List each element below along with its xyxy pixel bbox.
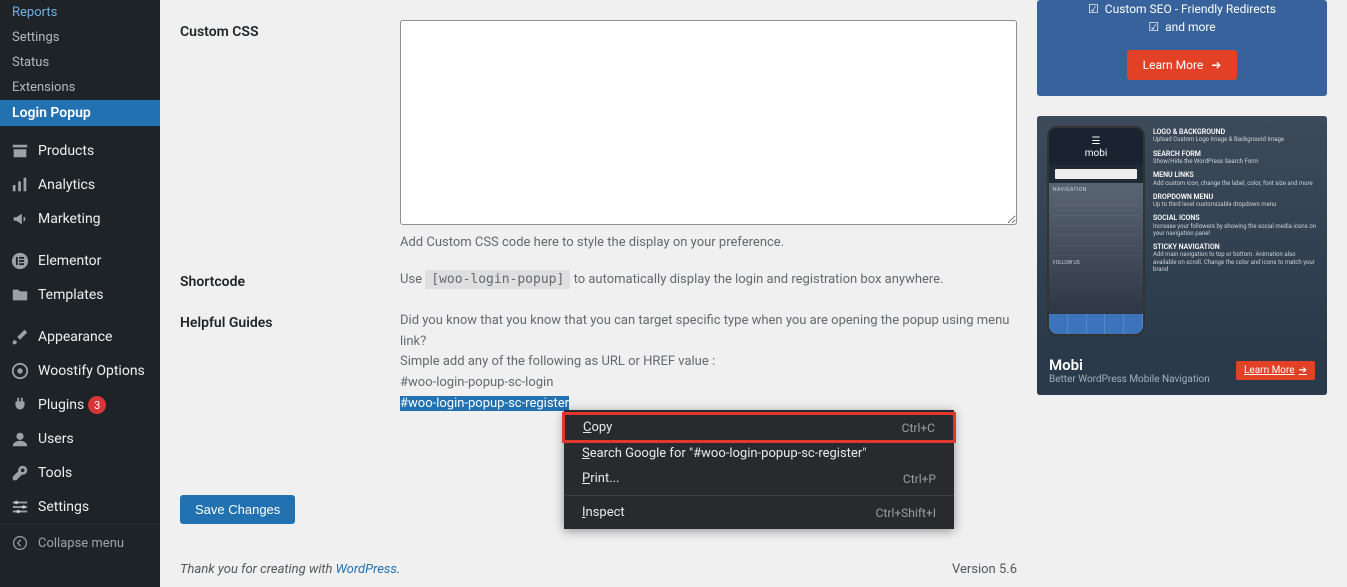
browser-context-menu: Copy Ctrl+C Search Google for "#woo-logi… [564,410,954,529]
plugin-icon [10,395,30,415]
sidebar-item-label: Status [12,55,49,70]
megaphone-icon [10,209,30,229]
sidebar-item-plugins[interactable]: Plugins 3 [0,388,160,422]
main-content: Custom CSS Add Custom CSS code here to s… [160,0,1037,587]
promo1-learn-more-button[interactable]: Learn More ➔ [1127,50,1238,80]
phone-nav-heading: NAVIGATION [1053,187,1139,193]
chart-bar-icon [10,175,30,195]
context-menu-inspect[interactable]: Inspect Ctrl+Shift+I [564,500,954,525]
sidebar-item-tools[interactable]: Tools [0,456,160,490]
sidebar-item-label: Appearance [38,329,112,345]
sidebar-item-label: Plugins [38,397,84,413]
check-icon: ☑ [1088,2,1099,16]
phone-mockup: ☰ mobi NAVIGATION FOLLOW US [1047,126,1145,336]
sliders-icon [10,497,30,517]
folder-icon [10,285,30,305]
woostify-icon [10,361,30,381]
promo1-feature-2: and more [1165,20,1216,34]
sidebar-sub-extensions[interactable]: Extensions [0,75,160,100]
sidebar-item-label: Users [38,431,74,447]
sidebar-sub-login-popup[interactable]: Login Popup [0,100,160,126]
admin-footer: Thank you for creating with WordPress. V… [180,562,1017,577]
user-icon [10,429,30,449]
guide-login-anchor: #woo-login-popup-sc-login [400,373,1017,394]
check-icon: ☑ [1148,20,1159,34]
sidebar-item-products[interactable]: Products [0,134,160,168]
phone-brand: mobi [1049,148,1143,159]
helpful-guides-text: Did you know that you know that you can … [400,311,1017,415]
print-shortcut: Ctrl+P [903,472,936,486]
inspect-shortcut: Ctrl+Shift+I [876,506,936,520]
elementor-icon [10,251,30,271]
sidebar-item-appearance[interactable]: Appearance [0,320,160,354]
helpful-guides-label: Helpful Guides [180,311,400,331]
sidebar-item-settings[interactable]: Settings [0,490,160,524]
sidebar-item-woostify[interactable]: Woostify Options [0,354,160,388]
copy-shortcut: Ctrl+C [902,421,935,435]
arrow-right-icon: ➔ [1299,365,1307,376]
promo2-subtitle: Better WordPress Mobile Navigation [1049,374,1210,385]
sidebar-item-label: Reports [12,5,57,20]
sidebar-item-marketing[interactable]: Marketing [0,202,160,236]
context-menu-copy[interactable]: Copy Ctrl+C [562,412,956,443]
sidebar-item-analytics[interactable]: Analytics [0,168,160,202]
sidebar-item-label: Marketing [38,211,101,227]
brush-icon [10,327,30,347]
sidebar-item-users[interactable]: Users [0,422,160,456]
promo2-feature-list: LOGO & BACKGROUNDUpload Custom Logo Imag… [1153,126,1317,336]
collapse-menu-label: Collapse menu [38,536,124,551]
custom-css-textarea[interactable] [400,20,1017,225]
context-menu-search-google[interactable]: Search Google for "#woo-login-popup-sc-r… [564,441,954,466]
sidebar-item-templates[interactable]: Templates [0,278,160,312]
footer-wordpress-link[interactable]: WordPress [336,562,397,577]
right-sidebar: ☑ Custom SEO - Friendly Redirects ☑ and mo… [1037,0,1347,587]
wrench-icon [10,463,30,483]
sidebar-item-label: Extensions [12,80,75,95]
guide-register-anchor-selected: #woo-login-popup-sc-register [400,396,569,411]
promo-mobi-card: ☰ mobi NAVIGATION FOLLOW US LOGO & BACKG… [1037,116,1327,395]
save-changes-button[interactable]: Save Changes [180,495,295,524]
sidebar-item-label: Analytics [38,177,95,193]
shortcode-label: Shortcode [180,270,400,290]
shortcode-text: Use [woo-login-popup] to automatically d… [400,270,944,289]
sidebar-item-label: Settings [38,499,89,515]
admin-sidebar: Reports Settings Status Extensions Login… [0,0,160,587]
sidebar-item-label: Elementor [38,253,101,269]
footer-version: Version 5.6 [952,562,1017,577]
sidebar-item-label: Login Popup [12,105,91,121]
collapse-icon [10,533,30,553]
hamburger-icon: ☰ [1049,138,1143,146]
shortcode-code: [woo-login-popup] [425,270,570,289]
phone-search-bar [1055,169,1137,179]
custom-css-label: Custom CSS [180,20,400,40]
update-count-badge: 3 [88,396,106,414]
promo-redirects-card: ☑ Custom SEO - Friendly Redirects ☑ and mo… [1037,0,1327,96]
sidebar-item-label: Tools [38,465,72,481]
phone-follow-heading: FOLLOW US [1053,260,1139,266]
context-menu-separator [564,495,954,496]
arrow-right-icon: ➔ [1211,58,1221,72]
sidebar-item-label: Settings [12,30,59,45]
archive-icon [10,141,30,161]
promo2-learn-more-button[interactable]: Learn More ➔ [1236,361,1315,380]
sidebar-item-label: Woostify Options [38,363,145,379]
footer-thanks: Thank you for creating with [180,562,336,577]
sidebar-item-elementor[interactable]: Elementor [0,244,160,278]
sidebar-item-label: Templates [38,287,104,303]
promo2-title: Mobi [1049,356,1210,374]
promo1-feature-1: Custom SEO - Friendly Redirects [1105,2,1276,16]
collapse-menu-button[interactable]: Collapse menu [0,524,160,561]
sidebar-sub-settings[interactable]: Settings [0,25,160,50]
sidebar-sub-reports[interactable]: Reports [0,0,160,25]
sidebar-item-label: Products [38,143,94,159]
context-menu-print[interactable]: Print... Ctrl+P [564,466,954,491]
sidebar-sub-status[interactable]: Status [0,50,160,75]
custom-css-description: Add Custom CSS code here to style the di… [400,235,1017,250]
